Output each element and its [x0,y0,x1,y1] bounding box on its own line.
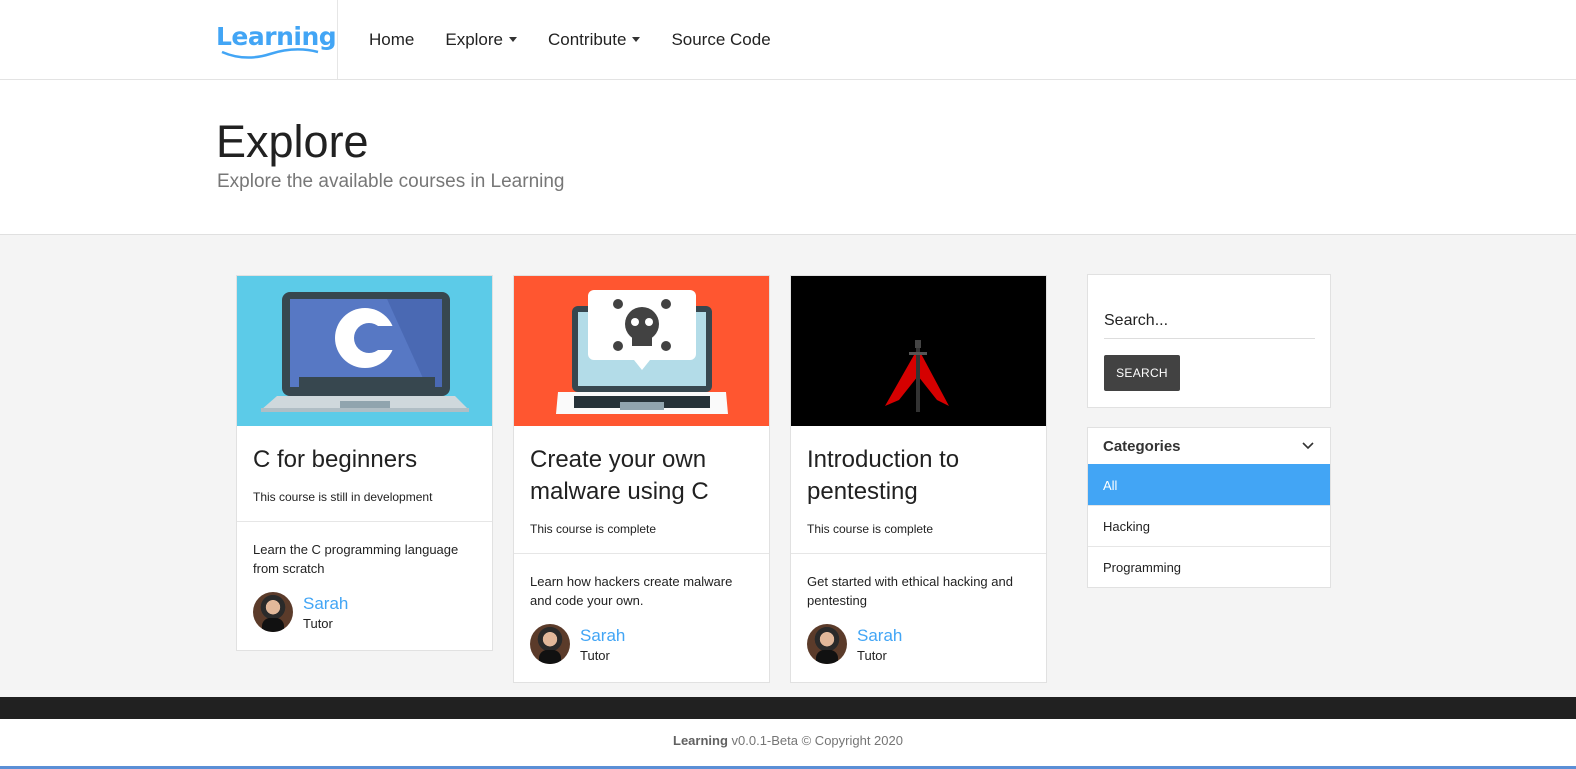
footer: Learning v0.0.1-Beta © Copyright 2020 [0,719,1576,769]
top-navbar: Learning Home Explore Contribute Source … [0,0,1576,80]
caret-down-icon [509,37,517,42]
course-status: This course is complete [530,522,657,536]
author-role: Tutor [303,615,333,631]
nav-source-code[interactable]: Source Code [671,30,770,50]
author-role: Tutor [857,647,887,663]
course-status: This course is still in development [253,490,433,504]
course-title[interactable]: Create your own malware using C [514,426,769,508]
nav-explore-label: Explore [445,29,503,49]
search-button[interactable]: SEARCH [1104,355,1180,391]
skull-laptop-image [514,276,769,426]
avatar [530,624,570,664]
course-title[interactable]: C for beginners [237,426,492,476]
category-hacking[interactable]: Hacking [1088,505,1330,546]
nav-home-label: Home [369,29,415,49]
search-input[interactable] [1104,303,1315,339]
search-panel: SEARCH [1087,274,1331,408]
author-name[interactable]: Sarah [580,626,625,646]
page-header: Explore Explore the available courses in… [0,80,1576,235]
course-card[interactable]: C for beginners This course is still in … [236,275,493,651]
course-description: Learn how hackers create malware and cod… [530,574,733,608]
footer-brand: Learning [673,733,728,748]
categories-header[interactable]: Categories [1088,428,1330,464]
course-description: Get started with ethical hacking and pen… [807,574,1013,608]
avatar [807,624,847,664]
c-laptop-image [237,276,492,426]
avatar [253,592,293,632]
course-title[interactable]: Introduction to pentesting [791,426,1046,508]
course-card[interactable]: Introduction to pentesting This course i… [790,275,1047,683]
nav-contribute[interactable]: Contribute [548,29,641,50]
wave-icon [221,48,319,59]
nav-explore[interactable]: Explore [445,30,517,50]
course-author[interactable]: Sarah Tutor [791,610,1046,682]
course-description: Learn the C programming language from sc… [253,542,459,576]
page-subtitle: Explore the available courses in Learnin… [217,171,565,192]
chevron-down-icon [1302,442,1314,450]
author-name[interactable]: Sarah [857,626,902,646]
footer-version: v0.0.1-Beta © Copyright 2020 [727,733,903,748]
category-all[interactable]: All [1088,464,1330,505]
nav-contribute-label: Contribute [548,29,627,49]
categories-panel: Categories All Hacking Programming [1087,427,1331,588]
course-card[interactable]: Create your own malware using C This cou… [513,275,770,683]
nav-source-label: Source Code [671,29,771,49]
author-name[interactable]: Sarah [303,594,348,614]
brand-logo[interactable]: Learning [216,0,338,79]
category-programming[interactable]: Programming [1088,546,1330,587]
footer-copyright: Learning v0.0.1-Beta © Copyright 2020 [0,733,1576,748]
caret-down-icon [632,37,641,42]
footer-bar [0,697,1576,719]
course-author[interactable]: Sarah Tutor [514,610,769,682]
arch-logo-image [791,276,1046,426]
author-role: Tutor [580,647,610,663]
nav-home[interactable]: Home [369,30,414,50]
categories-title: Categories [1103,437,1181,455]
course-author[interactable]: Sarah Tutor [237,578,492,650]
course-status: This course is complete [807,522,934,536]
brand-name: Learning [216,22,337,51]
main-nav: Home Explore Contribute Source Code [369,0,802,79]
page-title: Explore [216,116,369,167]
